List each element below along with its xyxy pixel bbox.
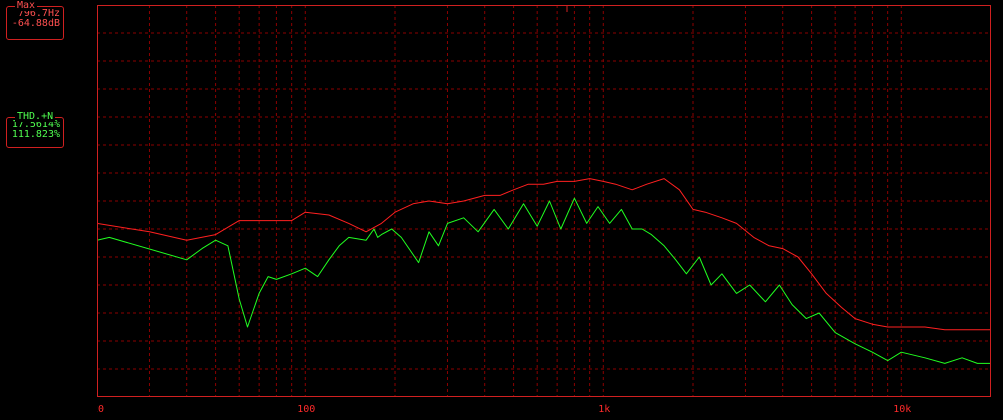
plot-background xyxy=(0,0,1003,416)
thd-readout-title: THD.+N xyxy=(15,111,56,122)
max-readout[interactable]: Max 796.7Hz -64.88dB xyxy=(6,1,64,40)
readout-panel: Max 796.7Hz -64.88dB THD.+N 17.5614% 111… xyxy=(0,0,97,416)
x-tick-label: 100 xyxy=(297,404,315,415)
x-tick-label: 10k xyxy=(893,404,911,415)
thd-value: 111.823% xyxy=(11,129,60,140)
x-tick-label: 1k xyxy=(598,404,610,415)
thd-readout[interactable]: THD.+N 17.5614% 111.823% xyxy=(6,112,64,148)
max-level: -64.88dB xyxy=(11,18,60,29)
analyzer-window: 0dB-20-40-60-80-100-120-140 201001k10k M… xyxy=(0,0,1003,416)
spectrum-chart: 0dB-20-40-60-80-100-120-140 201001k10k xyxy=(0,0,1003,416)
max-readout-title: Max xyxy=(15,0,38,11)
